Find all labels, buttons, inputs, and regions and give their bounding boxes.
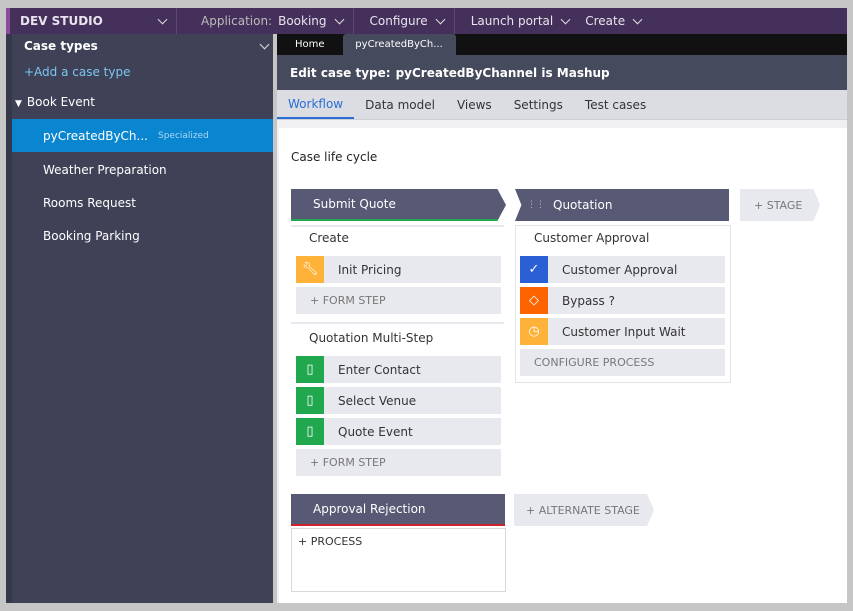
chevron-down-icon: [560, 14, 571, 24]
sidebar-item-label: pyCreatedByCh...: [43, 128, 148, 143]
step-label: Customer Input Wait: [562, 324, 686, 339]
add-process-button[interactable]: + PROCESS: [298, 535, 362, 548]
configure-label: Configure: [369, 14, 428, 28]
stage-approval-rejection[interactable]: Approval Rejection: [291, 494, 505, 526]
configure-menu[interactable]: Configure: [354, 8, 455, 34]
add-alternate-stage-button[interactable]: + ALTERNATE STAGE: [514, 494, 654, 526]
dev-studio-menu[interactable]: DEV STUDIO: [10, 8, 177, 34]
clipboard-icon: ▯: [296, 387, 324, 414]
tab-workflow[interactable]: Workflow: [277, 90, 355, 119]
case-types-title: Case types: [24, 39, 98, 53]
case-life-cycle: Case life cycle Submit Quote ⋮⋮ Quotation…: [279, 128, 847, 603]
configure-process-button[interactable]: CONFIGURE PROCESS: [520, 349, 725, 376]
application-label: Application:: [201, 14, 273, 28]
process-quotation-multi-step[interactable]: Quotation Multi-Step: [309, 331, 433, 345]
tab-data-model[interactable]: Data model: [354, 90, 446, 119]
chevron-down-icon: [632, 14, 643, 24]
page-title: Edit case type: pyCreatedByChannel is Mas…: [277, 55, 847, 90]
portal-tabs: Home pyCreatedByCh...: [277, 34, 847, 55]
step-label: Select Venue: [338, 393, 417, 408]
stage-submit-quote[interactable]: Submit Quote: [291, 189, 506, 221]
section-title: Case life cycle: [291, 150, 378, 164]
stage-label: Submit Quote: [313, 197, 396, 211]
caret-down-icon: ▼: [15, 99, 22, 109]
main-panel: Home pyCreatedByCh... Edit case type: pyC…: [277, 34, 847, 603]
tab-views[interactable]: Views: [446, 90, 503, 119]
application-menu[interactable]: Application: Booking: [177, 8, 354, 34]
step-bypass[interactable]: ◇ Bypass ?: [520, 287, 725, 314]
title-name: pyCreatedByChannel is Mashup: [395, 65, 610, 80]
sidebar-item-rooms-request[interactable]: Rooms Request: [12, 186, 273, 219]
chevron-down-icon: [157, 14, 168, 24]
sidebar-item-pycreatedbychannel[interactable]: pyCreatedByCh... Specialized: [12, 119, 273, 152]
sidebar-item-label: Booking Parking: [43, 228, 140, 243]
title-prefix: Edit case type:: [290, 65, 391, 80]
step-select-venue[interactable]: ▯ Select Venue: [296, 387, 501, 414]
process-customer-approval[interactable]: Customer Approval: [534, 231, 649, 245]
clipboard-icon: ▯: [296, 418, 324, 445]
drag-handle-icon[interactable]: ⋮⋮: [527, 200, 545, 210]
top-nav: DEV STUDIO Application: Booking Configure…: [6, 8, 847, 34]
sidebar: Case types +Add a case type ▼ Book Event …: [6, 34, 273, 603]
brand: DEV STUDIO: [20, 14, 103, 28]
step-label: Init Pricing: [338, 262, 402, 277]
stage-label: Approval Rejection: [313, 502, 426, 516]
stage-quotation[interactable]: ⋮⋮ Quotation: [515, 189, 729, 221]
application-value: Booking: [278, 14, 327, 28]
launch-portal-menu[interactable]: Launch portal: [455, 8, 580, 34]
clipboard-icon: ▯: [296, 356, 324, 383]
workflow-tabs: Workflow Data model Views Settings Test …: [277, 90, 847, 120]
check-icon: ✓: [520, 256, 548, 283]
tab-home[interactable]: Home: [277, 34, 343, 55]
step-label: Quote Event: [338, 424, 413, 439]
sidebar-item-booking-parking[interactable]: Booking Parking: [12, 219, 273, 252]
tab-settings[interactable]: Settings: [503, 90, 574, 119]
clock-icon: ◷: [520, 318, 548, 345]
chevron-down-icon: [435, 14, 446, 24]
step-enter-contact[interactable]: ▯ Enter Contact: [296, 356, 501, 383]
sidebar-item-weather-preparation[interactable]: Weather Preparation: [12, 153, 273, 186]
diamond-icon: ◇: [520, 287, 548, 314]
step-label: Bypass ?: [562, 293, 615, 308]
process-create[interactable]: Create: [309, 231, 349, 245]
wrench-icon: 🔧︎: [296, 256, 324, 283]
tree-label: Book Event: [26, 95, 95, 109]
create-label: Create: [585, 14, 626, 28]
add-form-step-button[interactable]: + FORM STEP: [296, 449, 501, 476]
specialized-badge: Specialized: [157, 130, 209, 141]
tab-pycreatedbych[interactable]: pyCreatedByCh...: [342, 34, 456, 55]
chevron-down-icon: [334, 14, 344, 24]
step-init-pricing[interactable]: 🔧︎ Init Pricing: [296, 256, 501, 283]
sidebar-item-label: Weather Preparation: [43, 162, 167, 177]
tab-test-cases[interactable]: Test cases: [574, 90, 657, 119]
step-customer-input-wait[interactable]: ◷ Customer Input Wait: [520, 318, 725, 345]
stage-label: Quotation: [553, 198, 613, 212]
step-label: Customer Approval: [562, 262, 678, 277]
create-menu[interactable]: Create: [579, 8, 651, 34]
add-stage-button[interactable]: + STAGE: [740, 189, 820, 221]
step-label: Enter Contact: [338, 362, 421, 377]
sidebar-item-label: Rooms Request: [43, 195, 136, 210]
step-customer-approval[interactable]: ✓ Customer Approval: [520, 256, 725, 283]
tree-book-event[interactable]: ▼ Book Event: [15, 95, 95, 109]
launch-portal-label: Launch portal: [470, 14, 554, 28]
add-case-type-link[interactable]: +Add a case type: [24, 65, 130, 79]
chevron-down-icon[interactable]: [259, 39, 270, 50]
add-form-step-button[interactable]: + FORM STEP: [296, 287, 501, 314]
step-quote-event[interactable]: ▯ Quote Event: [296, 418, 501, 445]
